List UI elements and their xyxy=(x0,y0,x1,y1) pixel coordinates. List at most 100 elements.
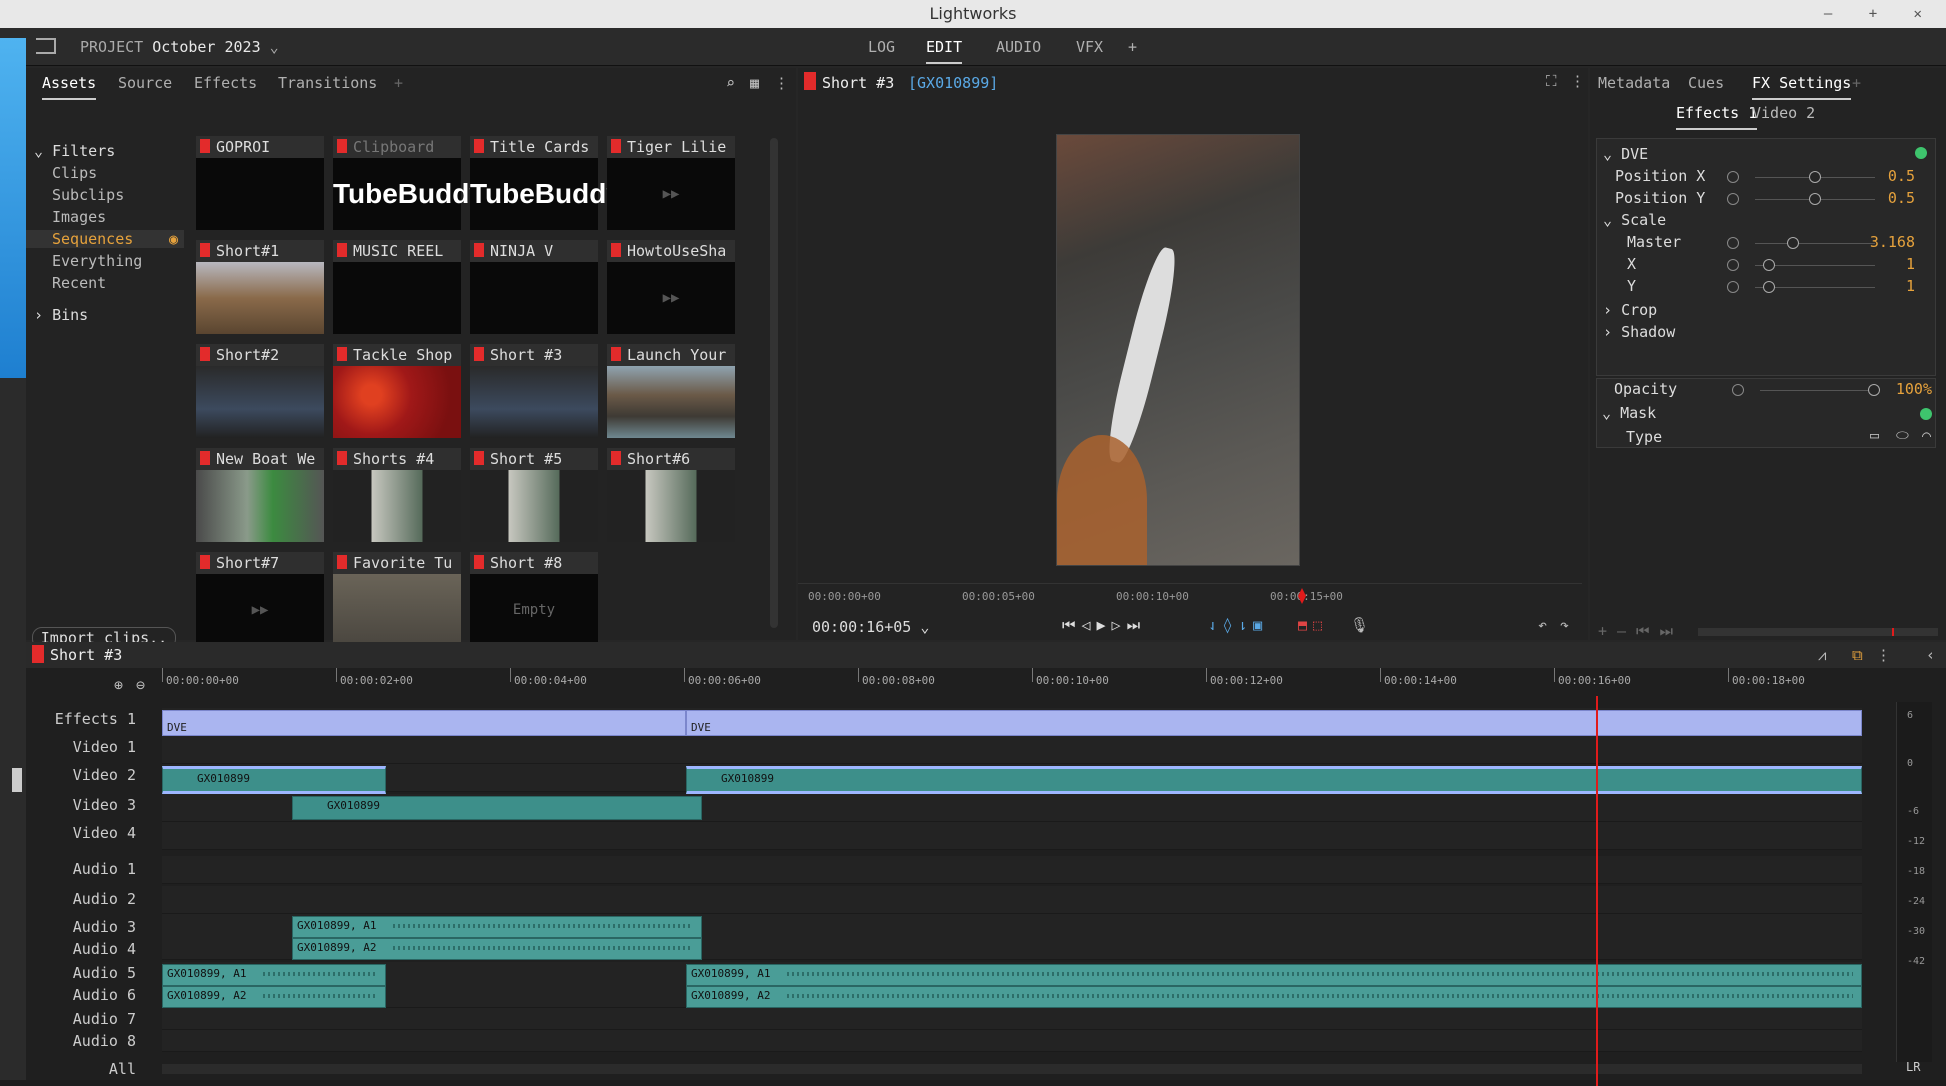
audio-waveform-icon[interactable]: ⩘ xyxy=(1818,646,1826,664)
sequence-tile[interactable]: Short #3 xyxy=(470,344,598,438)
mark-controls[interactable]: ⇃◊⇂▣ xyxy=(1208,616,1268,634)
dve-header[interactable]: ⌄ DVE xyxy=(1603,145,1648,163)
track-lane[interactable] xyxy=(162,1030,1862,1052)
opacity-slider[interactable] xyxy=(1760,384,1880,396)
microphone-icon[interactable]: 🎙 xyxy=(1350,616,1369,634)
dve-effect-clip[interactable]: DVE xyxy=(686,710,1862,736)
tab-fx-settings[interactable]: FX Settings xyxy=(1752,68,1852,100)
grid-scrollbar[interactable] xyxy=(770,138,778,628)
track-label[interactable]: Video 4 xyxy=(26,824,136,842)
crop-header[interactable]: › Crop xyxy=(1603,301,1657,319)
sequence-tile[interactable]: NINJA V xyxy=(470,240,598,334)
audio-clip[interactable]: GX010899, A1 xyxy=(686,964,1862,986)
keyframe-icon[interactable] xyxy=(1727,259,1739,271)
timeline-playhead[interactable] xyxy=(1596,696,1598,1086)
scale-header[interactable]: ⌄ Scale xyxy=(1603,211,1666,229)
track-label[interactable]: Audio 5 xyxy=(26,964,136,982)
timeline-scrollbar[interactable] xyxy=(162,1064,1862,1074)
redo-icon[interactable]: ↷ xyxy=(1560,616,1569,634)
sequence-tile[interactable]: GOPROI xyxy=(196,136,324,230)
sequence-tile[interactable]: New Boat We xyxy=(196,448,324,542)
tab-effects[interactable]: Effects xyxy=(194,68,257,98)
position-x-slider[interactable] xyxy=(1755,171,1875,183)
window-controls[interactable]: – + ✕ xyxy=(1824,0,1936,28)
tab-source[interactable]: Source xyxy=(118,68,172,98)
tab-cues[interactable]: Cues xyxy=(1688,68,1724,98)
bins-heading[interactable]: › Bins xyxy=(34,306,88,324)
fullscreen-icon[interactable]: ⛶ xyxy=(1546,72,1557,90)
rectangle-mask-icon[interactable]: ▭ xyxy=(1870,426,1879,444)
video-clip[interactable]: GX010899 xyxy=(162,766,386,794)
audio-clip[interactable]: GX010899, A1 xyxy=(162,964,386,986)
keyframe-icon[interactable] xyxy=(1727,193,1739,205)
sequence-tile[interactable]: Tiger Lilie ▶▶ xyxy=(607,136,735,230)
sync-lock-icon[interactable]: ⧉ xyxy=(1852,646,1863,664)
scale-x-value[interactable]: 1 xyxy=(1906,255,1915,273)
fx-footer-controls[interactable]: +–⏮⏭ xyxy=(1598,622,1683,640)
video-clip[interactable]: GX010899 xyxy=(292,796,702,820)
filter-subclips[interactable]: Subclips xyxy=(52,186,124,204)
timeline-menu-icon[interactable]: ⋮ xyxy=(1876,646,1891,664)
sequence-tile[interactable]: Short#7 ▶▶ xyxy=(196,552,324,646)
dock-app-icon[interactable] xyxy=(0,38,26,378)
scale-x-slider[interactable] xyxy=(1755,259,1875,271)
track-label[interactable]: Audio 4 xyxy=(26,940,136,958)
sequence-tile[interactable]: Short#2 xyxy=(196,344,324,438)
position-x-value[interactable]: 0.5 xyxy=(1888,167,1915,185)
dock-grip[interactable] xyxy=(12,768,22,792)
sequence-tile[interactable]: HowtoUseSha ▶▶ xyxy=(607,240,735,334)
filter-sequences[interactable]: Sequences ◉ xyxy=(26,230,184,248)
exit-project-icon[interactable] xyxy=(36,38,56,54)
sequence-tile[interactable]: Clipboard TubeBuddy xyxy=(333,136,485,230)
sequence-tile[interactable]: Short#6 xyxy=(607,448,735,542)
audio-clip[interactable]: GX010899, A2 xyxy=(292,938,702,960)
audio-clip[interactable]: GX010899, A2 xyxy=(162,986,386,1008)
tab-transitions[interactable]: Transitions xyxy=(278,68,377,98)
track-label[interactable]: Video 1 xyxy=(26,738,136,756)
search-icon[interactable]: ⌕ xyxy=(726,68,735,98)
subtab-video-2[interactable]: Video 2 xyxy=(1752,104,1815,122)
edit-controls[interactable]: ⬒⬚ xyxy=(1298,616,1328,634)
track-lane[interactable] xyxy=(162,1008,1862,1030)
scale-y-value[interactable]: 1 xyxy=(1906,277,1915,295)
audio-clip[interactable]: GX010899, A2 xyxy=(686,986,1862,1008)
sequence-tile[interactable]: Launch Your xyxy=(607,344,735,438)
sequence-tile[interactable]: Short#1 xyxy=(196,240,324,334)
mask-enable-icon[interactable] xyxy=(1920,408,1932,420)
position-y-value[interactable]: 0.5 xyxy=(1888,189,1915,207)
track-lane[interactable] xyxy=(162,736,1862,764)
tab-assets[interactable]: Assets xyxy=(42,68,97,100)
track-lane[interactable] xyxy=(162,856,1862,884)
zoom-out-icon[interactable]: ⊖ xyxy=(136,676,145,694)
filter-everything[interactable]: Everything xyxy=(52,252,142,270)
fx-keyframe-track[interactable] xyxy=(1698,628,1938,636)
room-vfx[interactable]: VFX xyxy=(1076,38,1103,56)
filter-clips[interactable]: Clips xyxy=(52,164,97,182)
sequence-tile[interactable]: MUSIC REEL xyxy=(333,240,461,334)
room-log[interactable]: LOG xyxy=(868,38,895,56)
bezier-mask-icon[interactable]: ⌒ xyxy=(1922,426,1931,444)
keyframe-icon[interactable] xyxy=(1727,237,1739,249)
room-edit[interactable]: EDIT xyxy=(926,38,963,64)
add-tab-button[interactable]: + xyxy=(1852,68,1861,98)
sequence-tile[interactable]: Tackle Shop xyxy=(333,344,461,438)
transport-controls[interactable]: ⏮◁▶▷⏭ xyxy=(1062,616,1146,634)
opacity-value[interactable]: 100% xyxy=(1896,380,1932,398)
dve-effect-clip[interactable]: DVE xyxy=(162,710,686,736)
master-slider[interactable] xyxy=(1755,237,1875,249)
keyframe-icon[interactable] xyxy=(1727,171,1739,183)
viewer-menu-icon[interactable]: ⋮ xyxy=(1570,72,1585,90)
sequence-tile[interactable]: Short #5 xyxy=(470,448,598,542)
keyframe-icon[interactable] xyxy=(1732,384,1744,396)
ellipse-mask-icon[interactable]: ⬭ xyxy=(1896,426,1909,444)
sequence-tile[interactable]: Title Cards TubeBuddy xyxy=(470,136,622,230)
sequence-tile[interactable]: Short #8 Empty xyxy=(470,552,598,646)
track-label[interactable]: Audio 2 xyxy=(26,890,136,908)
track-label[interactable]: Audio 6 xyxy=(26,986,136,1004)
track-label[interactable]: Video 3 xyxy=(26,796,136,814)
subtab-effects-1[interactable]: Effects 1 xyxy=(1676,104,1758,130)
track-lane[interactable] xyxy=(162,886,1862,914)
sequence-tile[interactable]: Shorts #4 xyxy=(333,448,461,542)
project-selector[interactable]: PROJECT October 2023 ⌄ xyxy=(80,38,279,56)
add-room-button[interactable]: + xyxy=(1128,38,1137,56)
